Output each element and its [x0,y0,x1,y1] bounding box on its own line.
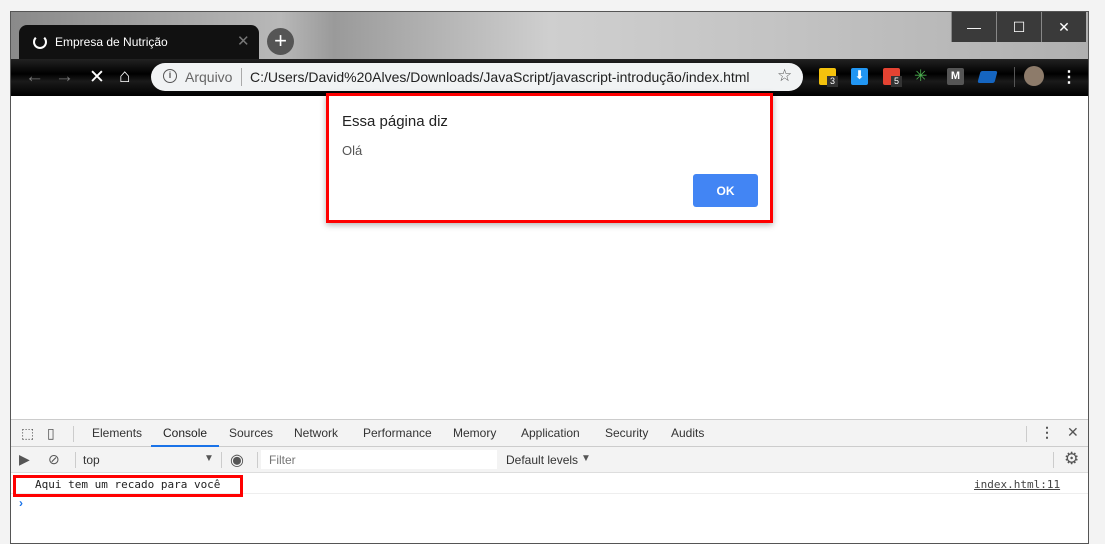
tab-performance[interactable]: Performance [363,420,432,447]
divider [241,68,242,86]
divider [75,452,76,468]
stop-icon[interactable]: ✕ [89,66,105,89]
browser-toolbar: ← → ✕ ⌂ i Arquivo C:/Users/David%20Alves… [11,59,1088,96]
log-source-link[interactable]: index.html:11 [974,478,1060,491]
tab-audits[interactable]: Audits [671,420,704,447]
dialog-title: Essa página diz [342,113,448,130]
tab-memory[interactable]: Memory [453,420,496,447]
levels-select[interactable]: Default levels [506,453,578,467]
divider [1053,452,1054,468]
divider [1026,426,1027,442]
gear-icon[interactable]: ⚙ [1064,449,1079,469]
clear-console-icon[interactable]: ⊘ [48,451,60,468]
sidebar-toggle-icon[interactable]: ▶ [19,451,30,468]
home-icon[interactable]: ⌂ [119,66,130,88]
inspect-element-icon[interactable]: ⬚ [21,425,34,442]
divider [221,452,222,468]
console-prompt-icon[interactable]: › [19,496,23,510]
tab-application[interactable]: Application [521,420,580,447]
star-extension-icon[interactable]: ✳ [914,68,931,85]
download-extension-icon[interactable]: ⬇ [851,68,868,85]
info-icon[interactable]: i [163,69,177,83]
log-message: Aqui tem um recado para você [35,478,221,491]
tab-strip: Empresa de Nutrição ✕ + — ☐ ✕ [11,12,1088,59]
alert-dialog: Essa página diz Olá OK [326,93,773,223]
browser-window: Empresa de Nutrição ✕ + — ☐ ✕ ← → ✕ ⌂ i … [10,11,1089,544]
browser-tab[interactable]: Empresa de Nutrição ✕ [19,25,259,59]
console-toolbar: ▶ ⊘ top ▼ ◉ Default levels ▼ ⚙ [11,447,1088,473]
loading-spinner-icon [33,35,47,49]
close-devtools-icon[interactable]: ✕ [1067,424,1079,441]
blue-extension-icon[interactable] [977,71,998,83]
close-window-button[interactable]: ✕ [1041,12,1086,42]
menu-dots-icon[interactable]: ⋮ [1061,67,1077,87]
divider [73,426,74,442]
tab-network[interactable]: Network [294,420,338,447]
m-extension-icon[interactable]: M [947,68,964,85]
tab-title: Empresa de Nutrição [55,35,168,49]
avatar[interactable] [1024,66,1044,86]
context-select[interactable]: top [83,453,100,467]
eye-icon[interactable]: ◉ [230,450,244,470]
chevron-down-icon[interactable]: ▼ [204,453,214,464]
chevron-down-icon[interactable]: ▼ [581,453,591,464]
new-tab-button[interactable]: + [267,28,294,55]
divider [257,452,258,468]
bookmark-star-icon[interactable]: ☆ [777,66,792,86]
tab-console[interactable]: Console [151,420,220,447]
tab-security[interactable]: Security [605,420,648,447]
maximize-button[interactable]: ☐ [996,12,1041,42]
address-scheme: Arquivo [185,69,233,85]
divider [1014,67,1015,87]
tab-elements[interactable]: Elements [92,420,142,447]
filter-input[interactable] [261,450,497,469]
todoist-extension-icon[interactable]: 5 [883,68,903,87]
ok-button[interactable]: OK [693,174,758,207]
devtools-panel: ⬚ ▯ Elements Console Sources Network Per… [11,419,1088,543]
address-url[interactable]: C:/Users/David%20Alves/Downloads/JavaScr… [250,69,750,85]
more-options-icon[interactable]: ⋮ [1040,424,1054,441]
close-tab-icon[interactable]: ✕ [237,32,250,50]
back-icon[interactable]: ← [25,66,44,88]
tab-sources[interactable]: Sources [229,420,273,447]
console-log-row: Aqui tem um recado para você index.html:… [11,474,1088,497]
minimize-button[interactable]: — [951,12,996,42]
ext-yellow-icon[interactable]: 3 [819,68,839,87]
dialog-message: Olá [342,143,363,158]
device-toolbar-icon[interactable]: ▯ [47,425,55,442]
devtools-tabbar: ⬚ ▯ Elements Console Sources Network Per… [11,420,1088,447]
address-bar[interactable]: i Arquivo C:/Users/David%20Alves/Downloa… [151,63,803,91]
forward-icon[interactable]: → [55,66,74,88]
